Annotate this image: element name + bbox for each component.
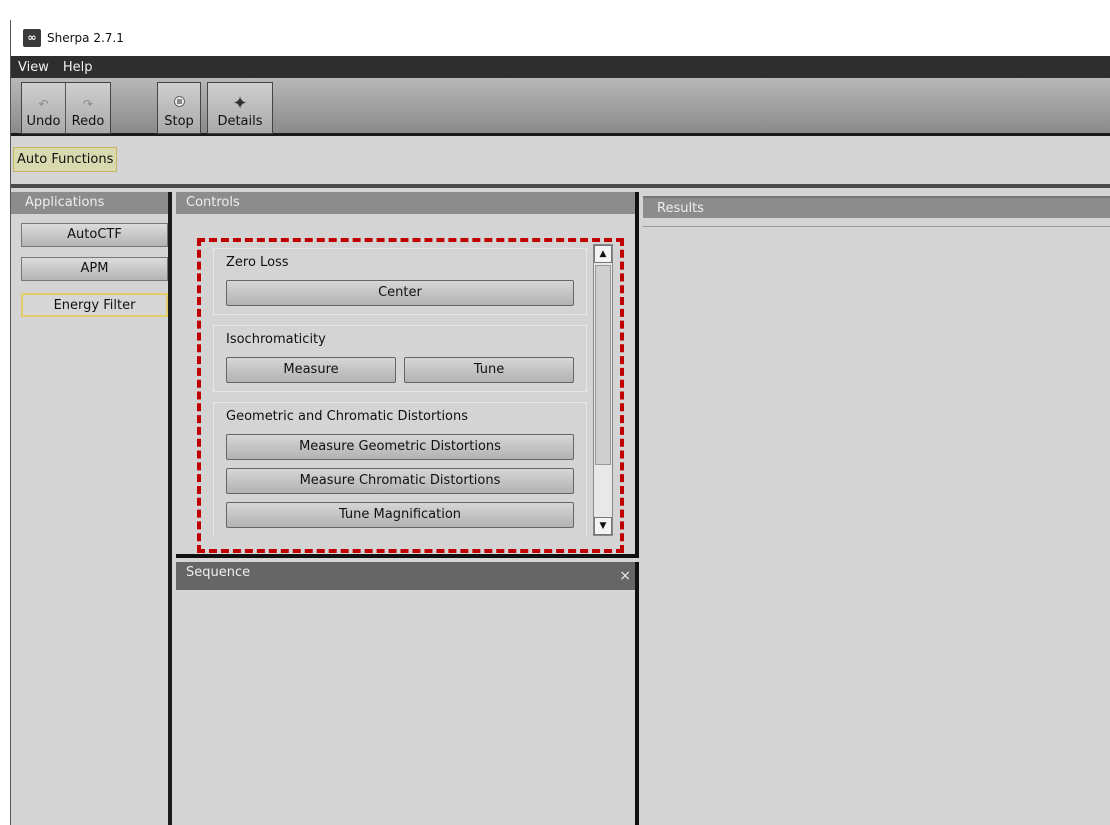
stop-icon [173, 96, 185, 107]
highlight-box: Zero Loss Center Isochromaticity Measure… [197, 238, 624, 553]
results-header: Results [643, 196, 1110, 218]
app-button-apm[interactable]: APM [21, 257, 168, 281]
isochromaticity-group: Isochromaticity Measure Tune [213, 325, 587, 392]
scrollbar-thumb[interactable] [595, 265, 611, 465]
close-icon[interactable]: × [619, 565, 631, 587]
details-label: Details [217, 114, 263, 129]
sequence-header: Sequence × [176, 562, 635, 590]
measure-button[interactable]: Measure [226, 357, 396, 383]
controls-scrollbar[interactable]: ▲ ▼ [593, 244, 613, 536]
tune-magnification-button[interactable]: Tune Magnification [226, 502, 574, 528]
app-button-autoctf[interactable]: AutoCTF [21, 223, 168, 247]
divider [643, 226, 1110, 227]
toolbar: ↶ Undo ↷ Redo Stop ✦ Details [11, 78, 1110, 136]
undo-label: Undo [26, 114, 61, 129]
history-group: ↶ Undo ↷ Redo [21, 82, 111, 134]
center-button[interactable]: Center [226, 280, 574, 306]
sequence-title: Sequence [186, 565, 251, 580]
scroll-down-icon[interactable]: ▼ [594, 517, 612, 535]
applications-header: Applications [11, 192, 168, 214]
window-title: Sherpa 2.7.1 [47, 31, 124, 45]
results-panel: Results [643, 196, 1110, 825]
applications-panel: Applications AutoCTF APM Energy Filter [11, 192, 172, 825]
redo-label: Redo [71, 114, 105, 129]
tune-button[interactable]: Tune [404, 357, 574, 383]
isochromaticity-title: Isochromaticity [226, 332, 326, 347]
sherpa-app-icon: ∞ [23, 29, 41, 47]
undo-icon: ↶ [38, 97, 49, 111]
menu-bar: View Help [11, 56, 1110, 78]
zero-loss-group: Zero Loss Center [213, 248, 587, 315]
stop-button[interactable]: Stop [158, 83, 200, 133]
menu-help[interactable]: Help [56, 60, 100, 75]
title-bar: ∞ Sherpa 2.7.1 [11, 20, 1110, 56]
zero-loss-title: Zero Loss [226, 255, 289, 270]
menu-view[interactable]: View [11, 60, 56, 75]
redo-icon: ↷ [82, 97, 94, 111]
details-group: ✦ Details [207, 82, 273, 134]
details-button[interactable]: ✦ Details [208, 83, 272, 133]
auto-functions-bar: Auto Functions [11, 136, 1110, 188]
stop-label: Stop [164, 114, 194, 129]
controls-header: Controls [176, 192, 635, 214]
controls-scroll-area: Zero Loss Center Isochromaticity Measure… [213, 248, 587, 536]
plus-icon: ✦ [232, 93, 248, 114]
redo-button[interactable]: ↷ Redo [66, 83, 110, 133]
sequence-panel: Sequence × [176, 562, 639, 825]
controls-panel: Controls Zero Loss Center Isochromaticit… [176, 192, 639, 558]
auto-functions-tab[interactable]: Auto Functions [13, 147, 118, 172]
app-window: ∞ Sherpa 2.7.1 View Help ↶ Undo ↷ Redo S… [10, 20, 1110, 825]
distortions-title: Geometric and Chromatic Distortions [226, 409, 469, 424]
undo-button[interactable]: ↶ Undo [22, 83, 66, 133]
measure-geometric-distortions-button[interactable]: Measure Geometric Distortions [226, 434, 574, 460]
stop-group: Stop [157, 82, 201, 134]
measure-chromatic-distortions-button[interactable]: Measure Chromatic Distortions [226, 468, 574, 494]
distortions-group: Geometric and Chromatic Distortions Meas… [213, 402, 587, 536]
app-button-energy-filter[interactable]: Energy Filter [21, 293, 168, 317]
scroll-up-icon[interactable]: ▲ [594, 245, 612, 263]
